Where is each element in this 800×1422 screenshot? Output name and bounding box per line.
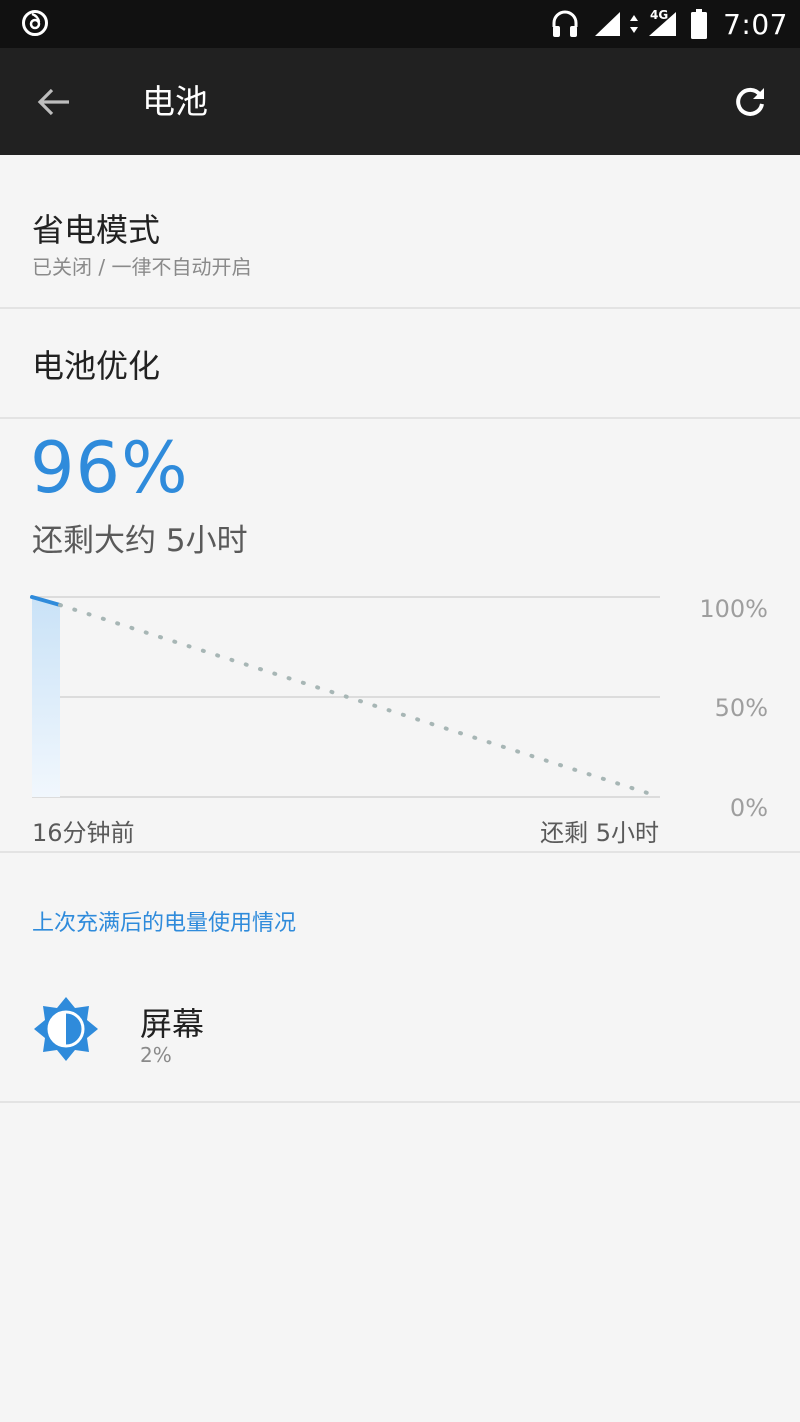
power-saving-summary: 已关闭 / 一律不自动开启 bbox=[32, 255, 252, 279]
time-remaining: 还剩大约 5小时 bbox=[32, 523, 248, 559]
battery-summary[interactable]: 96% 还剩大约 5小时 100% 50% 0% 16分钟前 还剩 5小时 bbox=[0, 419, 800, 853]
signal-icon bbox=[595, 12, 621, 36]
refresh-icon bbox=[736, 87, 764, 116]
power-saving-title: 省电模式 bbox=[32, 211, 161, 249]
usage-item-name: 屏幕 bbox=[140, 1005, 205, 1043]
network-type-label: 4G bbox=[650, 8, 669, 22]
power-saving-mode-item[interactable]: 省电模式 已关闭 / 一律不自动开启 bbox=[0, 155, 800, 309]
status-bar: 7:07 4G bbox=[0, 0, 800, 48]
x-label-end: 还剩 5小时 bbox=[540, 819, 659, 847]
page-title: 电池 bbox=[142, 82, 208, 121]
usage-item-screen[interactable]: 屏幕 2% bbox=[0, 965, 800, 1103]
battery-icon bbox=[691, 9, 708, 39]
data-arrows-icon bbox=[630, 15, 639, 33]
y-tick-label: 0% bbox=[729, 794, 768, 822]
refresh-button[interactable] bbox=[726, 78, 774, 126]
netease-music-icon bbox=[22, 10, 48, 36]
projection-line bbox=[58, 603, 662, 799]
y-tick-label: 100% bbox=[699, 595, 768, 623]
battery-chart-plot bbox=[30, 595, 662, 799]
battery-chart: 100% 50% 0% 16分钟前 还剩 5小时 bbox=[0, 569, 800, 847]
y-tick-label: 50% bbox=[714, 694, 768, 722]
usage-item-percent: 2% bbox=[140, 1043, 172, 1067]
back-button[interactable] bbox=[30, 78, 78, 126]
app-bar: 电池 bbox=[0, 48, 800, 155]
x-label-start: 16分钟前 bbox=[32, 819, 135, 847]
arrow-back-icon bbox=[37, 88, 69, 116]
usage-section-header: 上次充满后的电量使用情况 bbox=[32, 911, 297, 936]
brightness-icon bbox=[34, 997, 98, 1061]
clock: 7:07 bbox=[723, 7, 788, 41]
battery-optimization-item[interactable]: 电池优化 bbox=[0, 309, 800, 419]
battery-optimization-title: 电池优化 bbox=[32, 347, 161, 385]
history-area bbox=[32, 597, 60, 797]
battery-level: 96% bbox=[30, 427, 189, 509]
headphone-icon bbox=[552, 10, 578, 37]
